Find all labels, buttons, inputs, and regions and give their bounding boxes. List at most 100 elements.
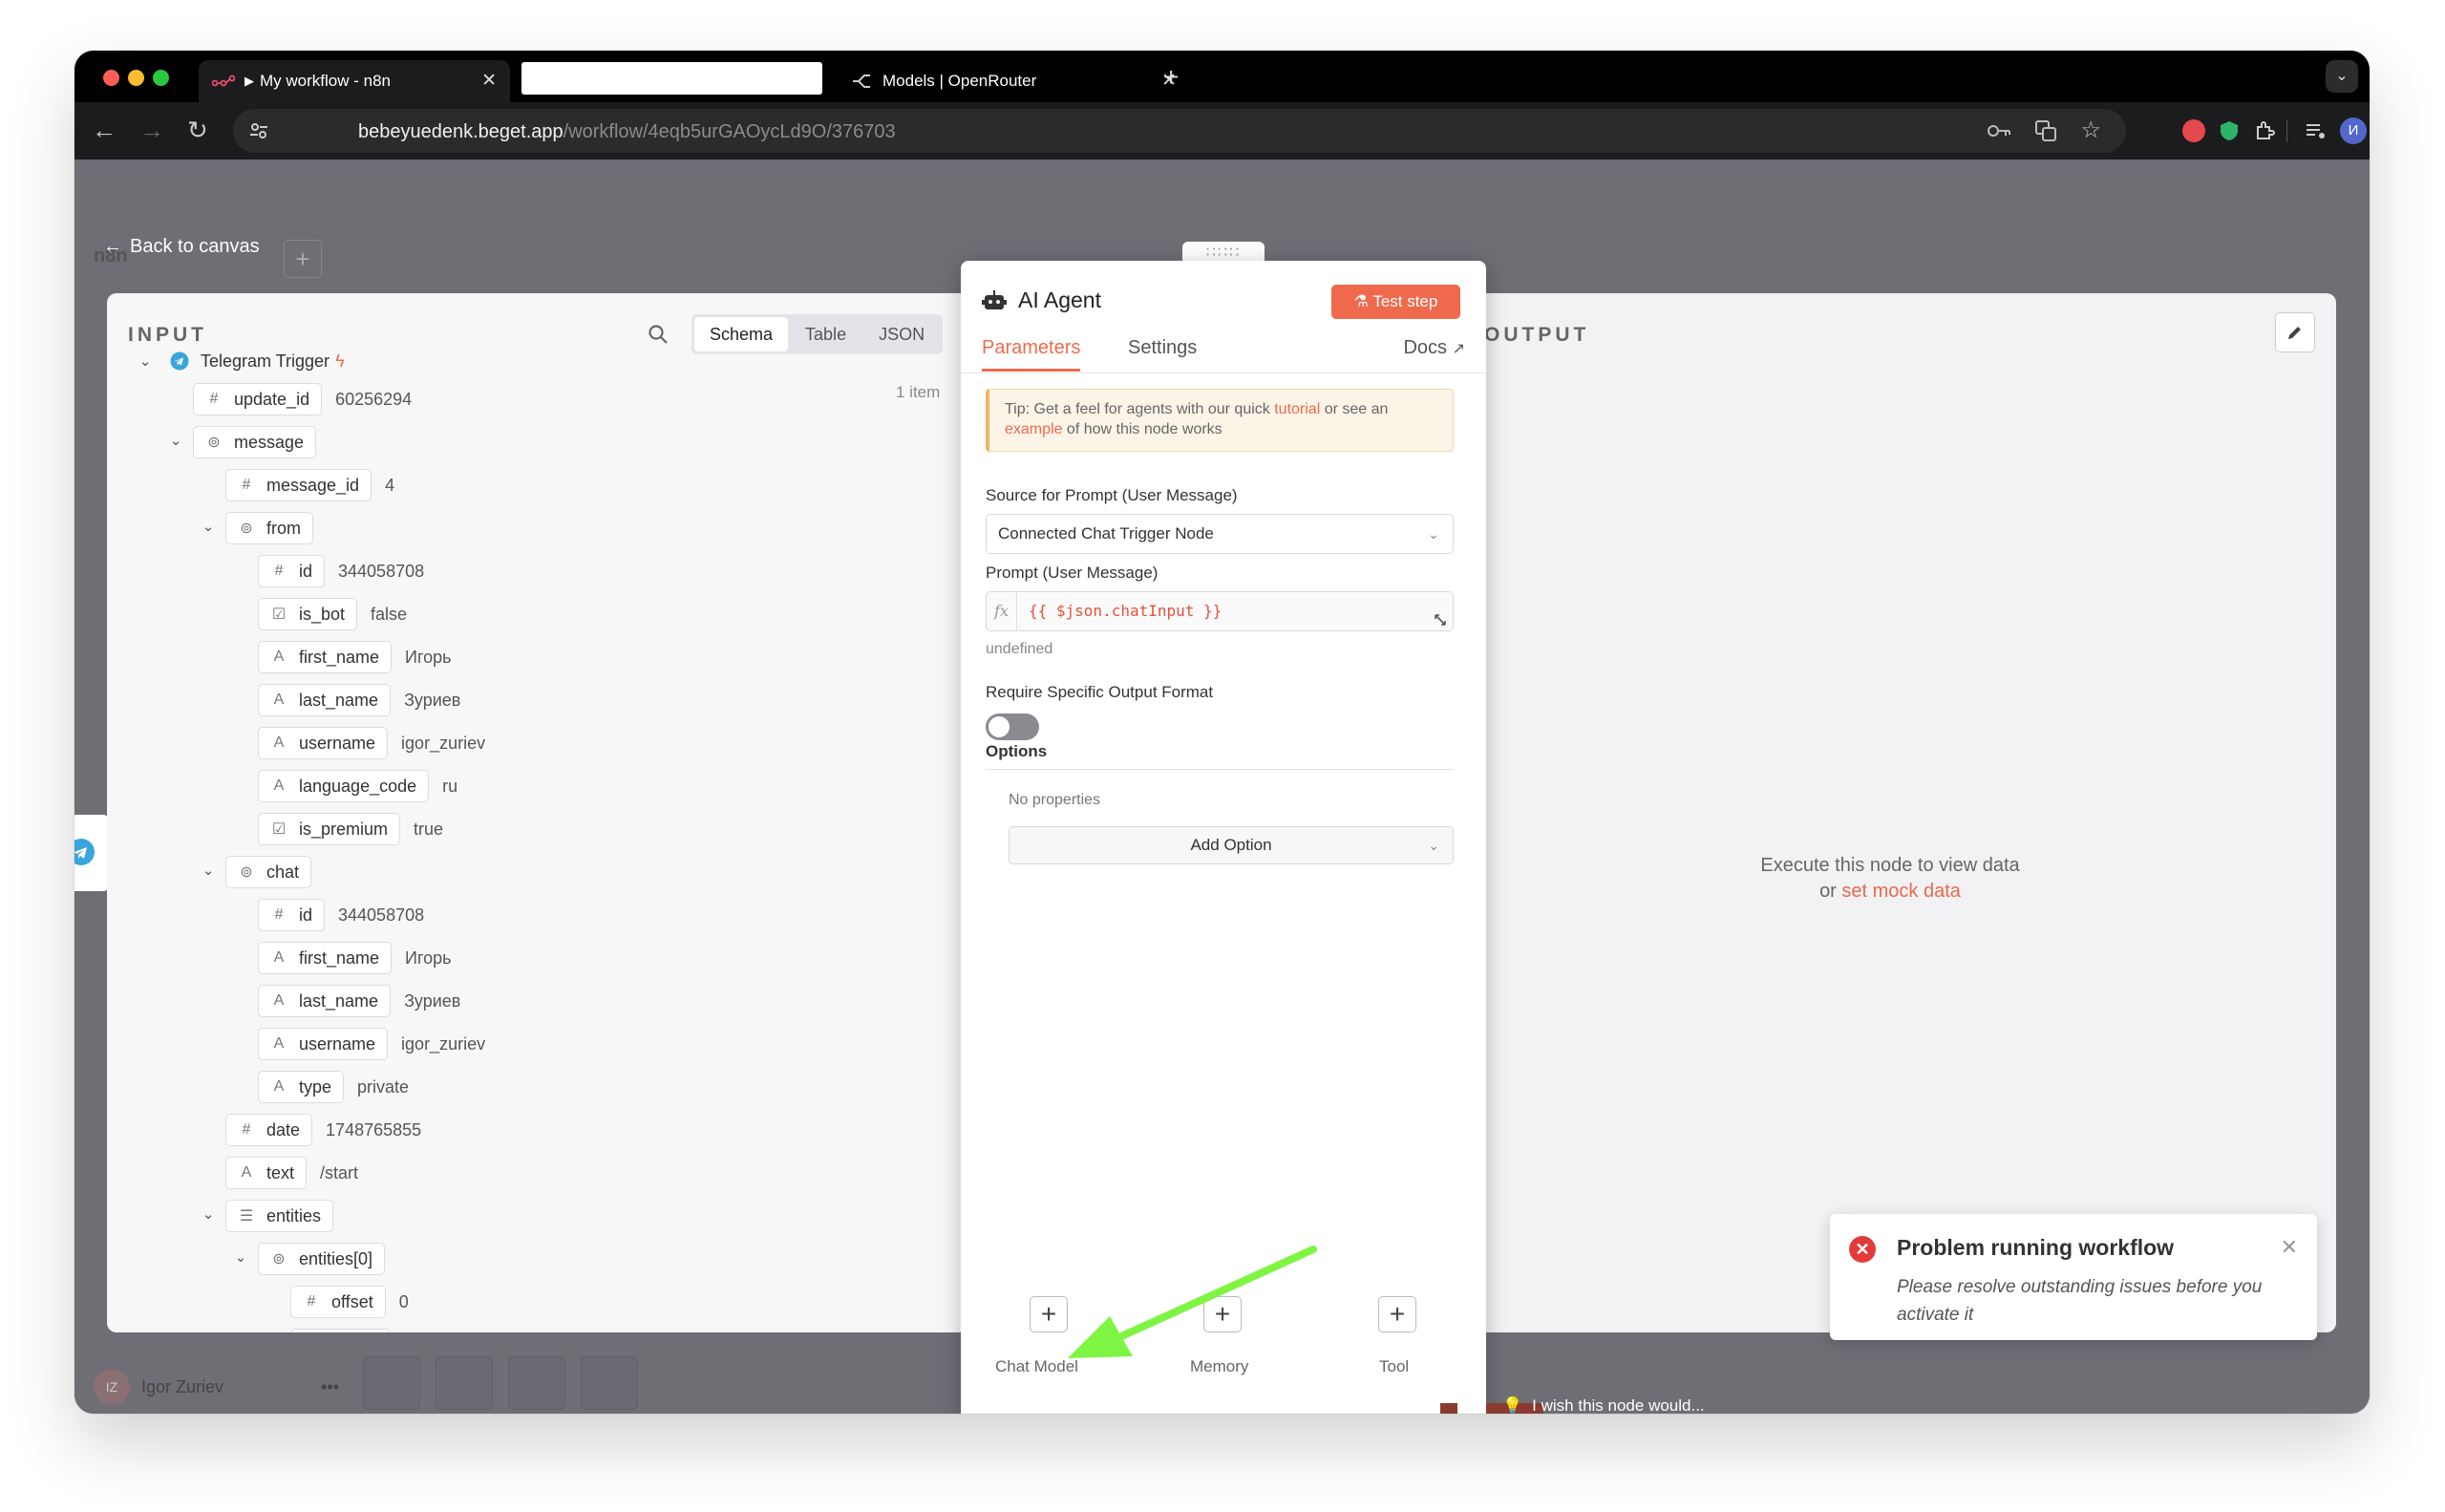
maximize-window-button[interactable] [153,70,169,86]
schema-row[interactable]: Atext/start [225,1157,358,1189]
field-key-pill[interactable]: # offset [290,1286,386,1318]
field-key-pill[interactable]: # id [258,555,326,587]
zoom-to-fit-button[interactable] [363,1356,420,1410]
schema-row[interactable]: #length6 [290,1329,414,1332]
docs-link[interactable]: Docs ↗ [1403,337,1465,359]
schema-row[interactable]: # date 1748765855 [225,1114,421,1146]
schema-row[interactable]: ☰ entities [225,1200,334,1232]
close-toast-icon[interactable]: ✕ [2281,1235,2298,1260]
field-key-pill[interactable]: Alast_name [258,985,392,1017]
test-step-button[interactable]: ⚗ Test step [1331,285,1460,319]
schema-row[interactable]: Atype private [258,1071,409,1103]
field-key-pill[interactable]: ⊚ from [225,512,313,544]
field-key-pill[interactable]: ⊚ entities[0] [258,1243,386,1275]
field-key-pill[interactable]: ⊚ message [193,426,317,458]
close-window-button[interactable] [103,70,119,86]
schema-row[interactable]: Alanguage_code ru [258,770,457,802]
field-key-pill[interactable]: # id [258,899,326,931]
schema-row[interactable]: # id 344058708 [258,899,424,931]
schema-row[interactable]: ⊚ chat [225,856,312,888]
field-key-pill[interactable]: ☰ entities [225,1200,334,1232]
schema-row[interactable]: ⊚ from [225,512,313,544]
view-json-option[interactable]: JSON [863,317,940,351]
zoom-in-button[interactable] [436,1356,493,1410]
field-key-pill[interactable]: Atext [225,1157,308,1189]
edit-output-button[interactable] [2275,312,2315,352]
view-table-option[interactable]: Table [790,317,861,351]
schema-row[interactable]: # update_id 60256294 [193,383,412,415]
tutorial-link[interactable]: tutorial [1274,401,1320,417]
schema-row[interactable]: Ausername igor_zuriev [258,1028,485,1060]
schema-row[interactable]: Afirst_name Игорь [258,942,452,974]
field-key-pill[interactable]: #length [290,1329,392,1332]
field-key-pill[interactable]: Alast_name [258,684,392,716]
add-chat-model-button[interactable]: + [1030,1296,1068,1332]
field-key-pill[interactable]: ☑ is_bot [258,598,358,630]
close-tab-icon[interactable]: ✕ [481,70,497,92]
chevron-down-icon[interactable]: ⌄ [231,1248,250,1266]
schema-row[interactable]: # id 344058708 [258,555,424,587]
field-key-pill[interactable]: Atype [258,1071,345,1103]
back-to-canvas-button[interactable]: ← Back to canvas [103,236,260,258]
source-select[interactable]: Connected Chat Trigger Node ⌄ [986,514,1454,554]
output-format-toggle[interactable] [986,713,1039,740]
profile-avatar[interactable]: И [2340,117,2367,144]
field-key-pill[interactable]: ☑ is_premium [258,813,401,845]
extension-infinity-icon[interactable] [2182,119,2205,142]
schema-row[interactable]: Alast_name Зуриев [258,684,460,716]
chevron-down-icon[interactable]: ⌄ [136,352,155,370]
add-option-button[interactable]: Add Option ⌄ [1009,826,1454,864]
forward-arrow-icon[interactable]: → [139,116,164,144]
chevron-down-icon[interactable]: ⌄ [166,432,185,449]
schema-row[interactable]: ⊚ entities[0] [258,1243,386,1275]
bookmark-star-icon[interactable]: ☆ [2080,117,2101,144]
field-key-pill[interactable]: # date [225,1114,313,1146]
tab-settings[interactable]: Settings [1128,337,1197,369]
schema-row[interactable]: Afirst_name Игорь [258,641,452,673]
more-options-icon[interactable]: ••• [321,1377,339,1397]
set-mock-data-link[interactable]: set mock data [1841,881,1961,902]
node-title-text[interactable]: AI Agent [1018,287,1101,313]
schema-row[interactable]: Ausername igor_zuriev [258,727,485,759]
media-queue-icon[interactable] [2304,119,2327,142]
minimize-window-button[interactable] [128,70,144,86]
site-settings-icon[interactable] [248,120,269,141]
field-key-pill[interactable]: Afirst_name [258,641,393,673]
schema-row[interactable]: # message_id 4 [225,469,394,501]
extensions-puzzle-icon[interactable] [2254,119,2277,142]
expand-editor-icon[interactable] [1434,613,1447,627]
chevron-down-icon[interactable]: ⌄ [199,862,218,879]
prompt-expression-input[interactable]: fx {{ $json.chatInput }} [986,591,1454,631]
tidy-up-button[interactable] [581,1356,638,1410]
translate-icon[interactable] [2034,119,2057,142]
schema-row[interactable]: ☑ is_bot false [258,598,407,630]
field-key-pill[interactable]: # message_id [225,469,372,501]
field-key-pill[interactable]: ⊚ chat [225,856,312,888]
key-icon[interactable] [1987,120,2011,141]
field-key-pill[interactable]: Afirst_name [258,942,393,974]
tab-search-icon[interactable]: ⌄ [2326,60,2358,93]
trigger-node-header[interactable]: ⌄ Telegram Trigger ϟ [136,345,345,377]
field-key-pill[interactable]: Ausername [258,1028,389,1060]
feedback-prompt[interactable]: 💡 I wish this node would... [1502,1396,1705,1414]
field-key-pill[interactable]: Ausername [258,727,389,759]
search-icon[interactable] [648,324,669,345]
reload-icon[interactable]: ↻ [187,116,208,144]
address-bar[interactable]: bebeyuedenk.beget.app/workflow/4eqb5urGA… [233,109,2126,153]
blank-tab[interactable] [521,62,822,95]
user-menu[interactable]: IZ Igor Zuriev ••• [94,1369,339,1405]
field-key-pill[interactable]: Alanguage_code [258,770,430,802]
back-arrow-icon[interactable]: ← [92,116,117,144]
schema-row[interactable]: Alast_name Зуриев [258,985,460,1017]
add-memory-button[interactable]: + [1203,1296,1242,1332]
view-schema-option[interactable]: Schema [694,317,789,351]
field-key-pill[interactable]: # update_id [193,383,323,415]
new-tab-icon[interactable]: + [1163,60,1179,95]
schema-row[interactable]: ⊚ message [193,426,317,458]
extension-shield-icon[interactable] [2218,119,2241,142]
chevron-down-icon[interactable]: ⌄ [199,1205,218,1223]
tab-parameters[interactable]: Parameters [982,337,1081,372]
schema-row[interactable]: # offset 0 [290,1286,409,1318]
chevron-down-icon[interactable]: ⌄ [199,518,218,535]
example-link[interactable]: example [1005,421,1062,437]
